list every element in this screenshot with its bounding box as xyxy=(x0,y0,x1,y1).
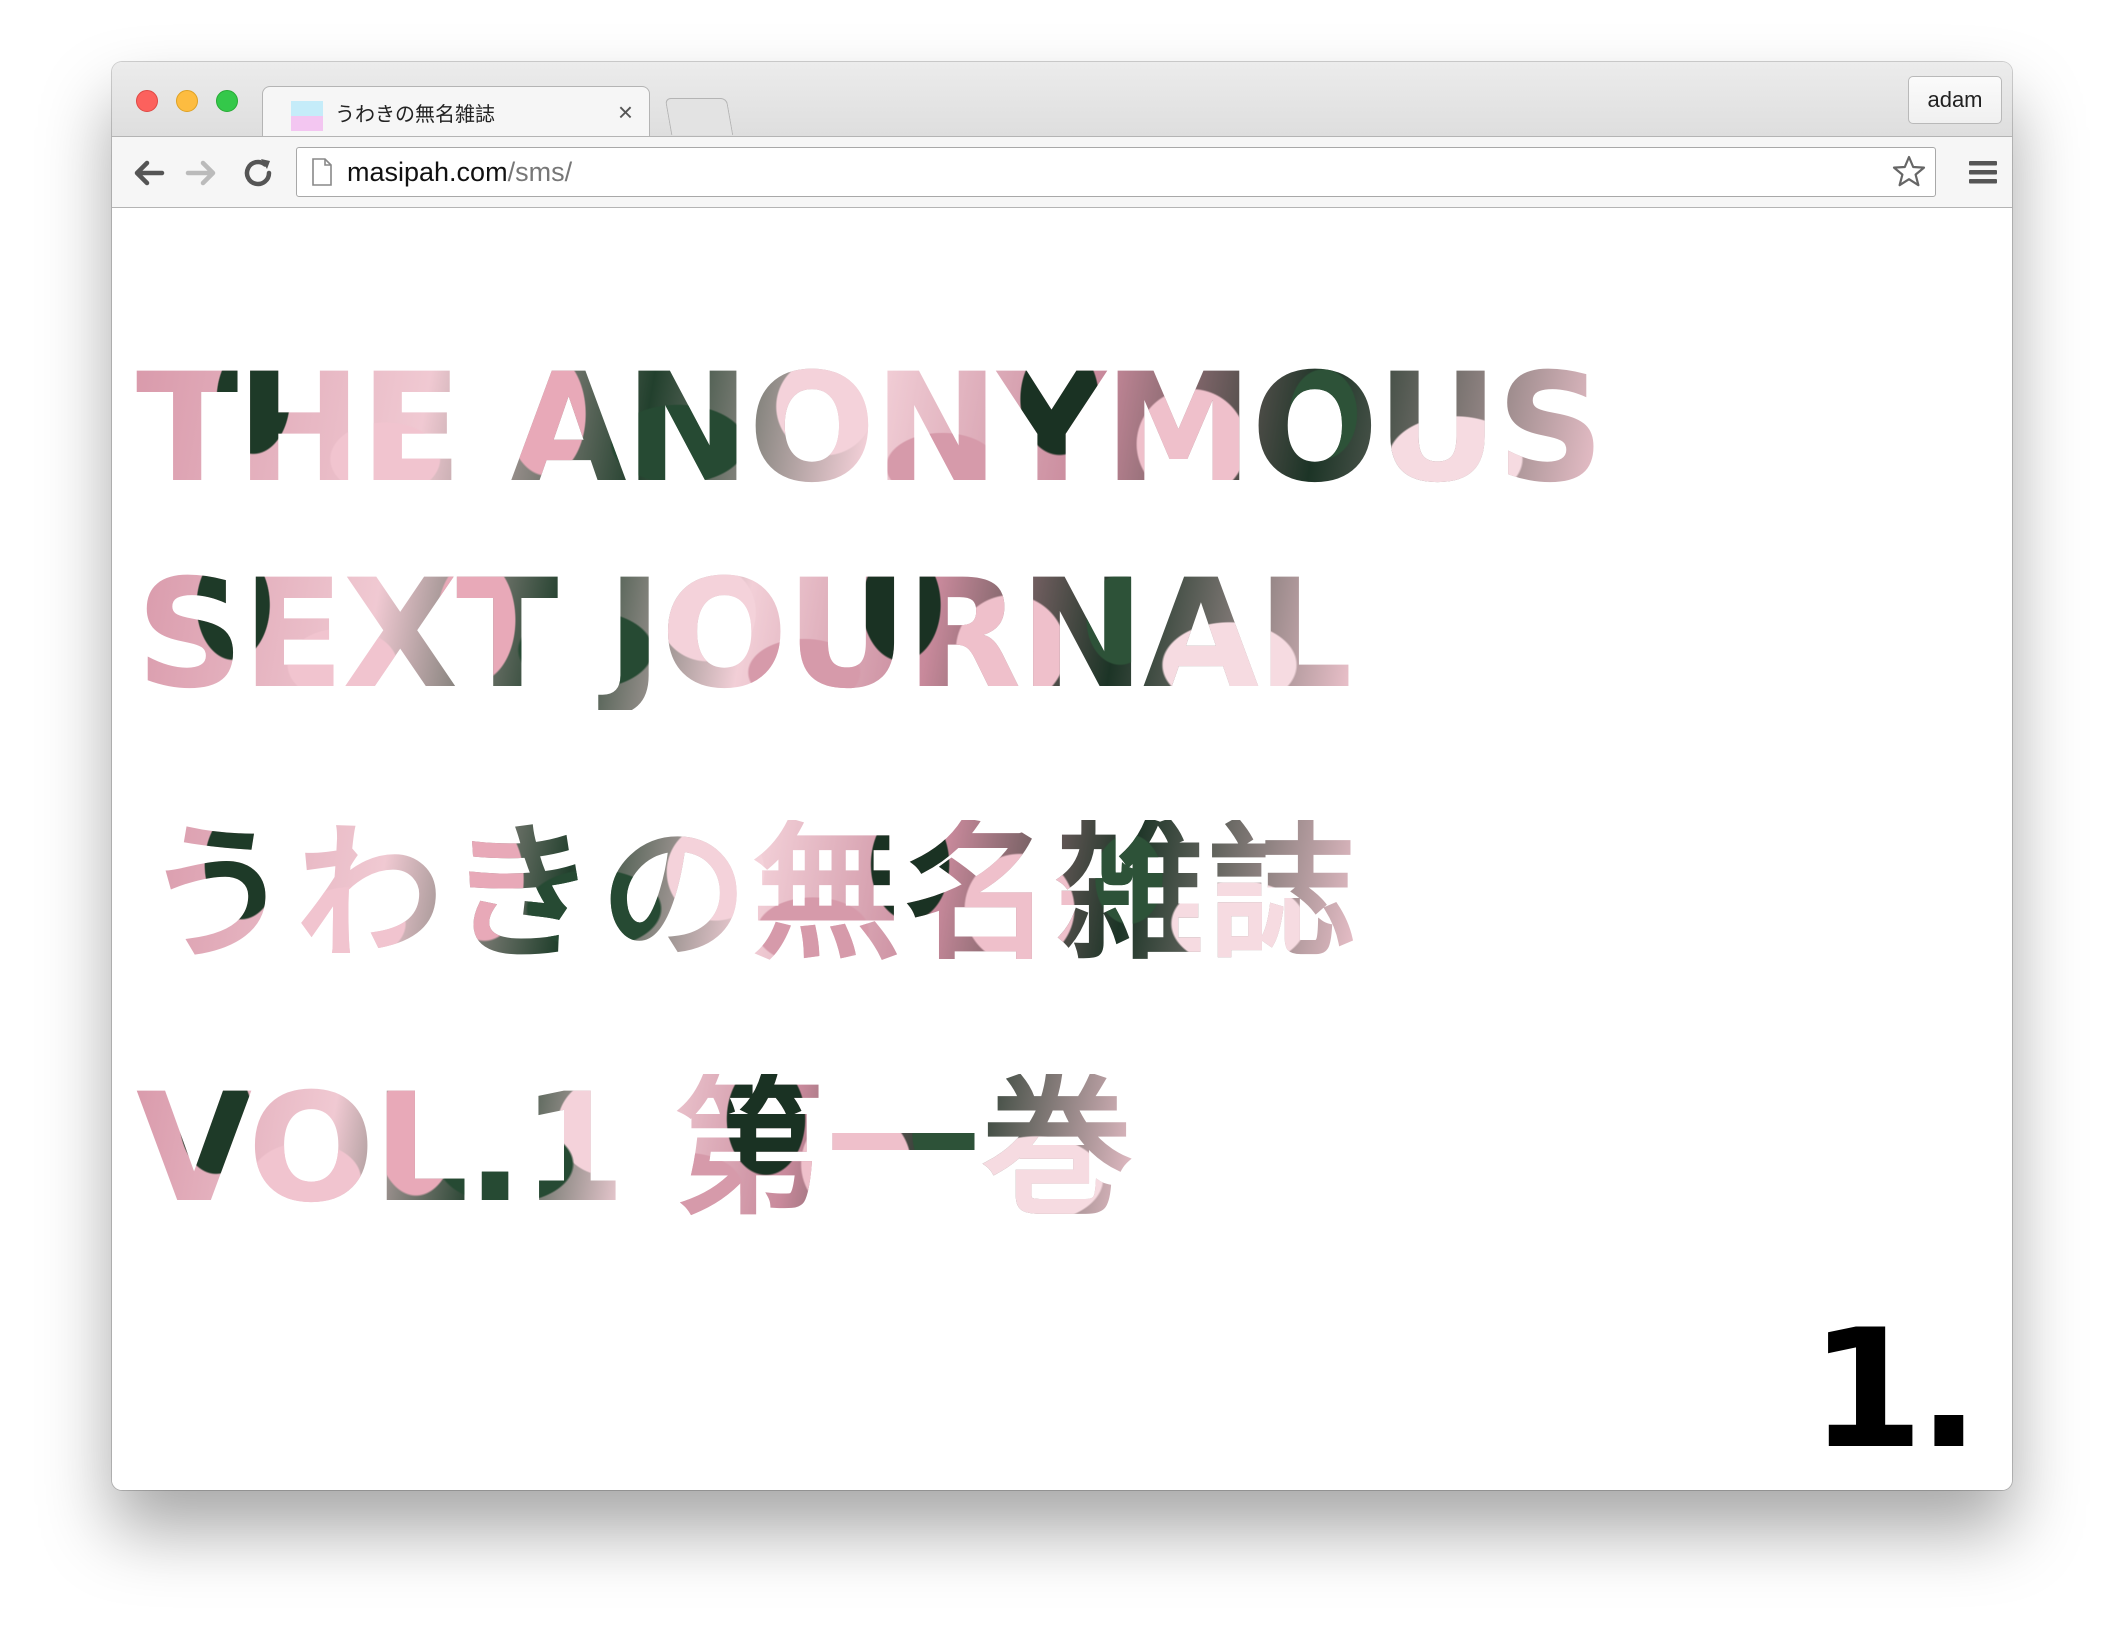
title-line-4: VOL.1 第一巻 xyxy=(136,1074,1137,1224)
hamburger-menu-icon[interactable] xyxy=(1968,157,1998,187)
close-window-button[interactable] xyxy=(136,90,158,112)
url-text: masipah.com/sms/ xyxy=(347,148,572,196)
volume-label: VOL.1 xyxy=(136,1062,624,1236)
title-line-1: THE ANONYMOUS xyxy=(136,342,1603,516)
title-line-3: うわきの無名雑誌 xyxy=(144,808,1360,980)
title-bar: うわきの無名雑誌 × adam xyxy=(112,62,2012,139)
back-arrow-icon[interactable] xyxy=(128,153,168,193)
url-path: /sms/ xyxy=(507,157,573,187)
title-line-2: SEXT JOURNAL xyxy=(136,548,1351,722)
toolbar: masipah.com/sms/ xyxy=(112,136,2012,208)
maximize-window-button[interactable] xyxy=(216,90,238,112)
profile-button[interactable]: adam xyxy=(1908,76,2002,124)
issue-number: 1. xyxy=(1809,1294,1980,1485)
new-tab-button[interactable] xyxy=(664,98,734,135)
browser-tab[interactable]: うわきの無名雑誌 × xyxy=(262,86,650,139)
forward-arrow-icon[interactable] xyxy=(182,153,222,193)
address-bar[interactable]: masipah.com/sms/ xyxy=(296,147,1936,197)
page-content: THE ANONYMOUS SEXT JOURNAL うわきの無名雑誌 VOL.… xyxy=(112,208,2012,1490)
minimize-window-button[interactable] xyxy=(176,90,198,112)
volume-label-jp: 第一巻 xyxy=(674,1062,1137,1236)
favicon-icon xyxy=(291,101,323,131)
page-icon xyxy=(312,158,332,186)
tab-title: うわきの無名雑誌 xyxy=(335,102,495,126)
reload-icon[interactable] xyxy=(238,153,278,193)
tab-close-icon[interactable]: × xyxy=(618,97,633,127)
star-icon[interactable] xyxy=(1891,154,1927,190)
url-host: masipah.com xyxy=(347,157,508,187)
browser-window: うわきの無名雑誌 × adam masipah.com/sms/ THE ANO… xyxy=(112,62,2012,1490)
